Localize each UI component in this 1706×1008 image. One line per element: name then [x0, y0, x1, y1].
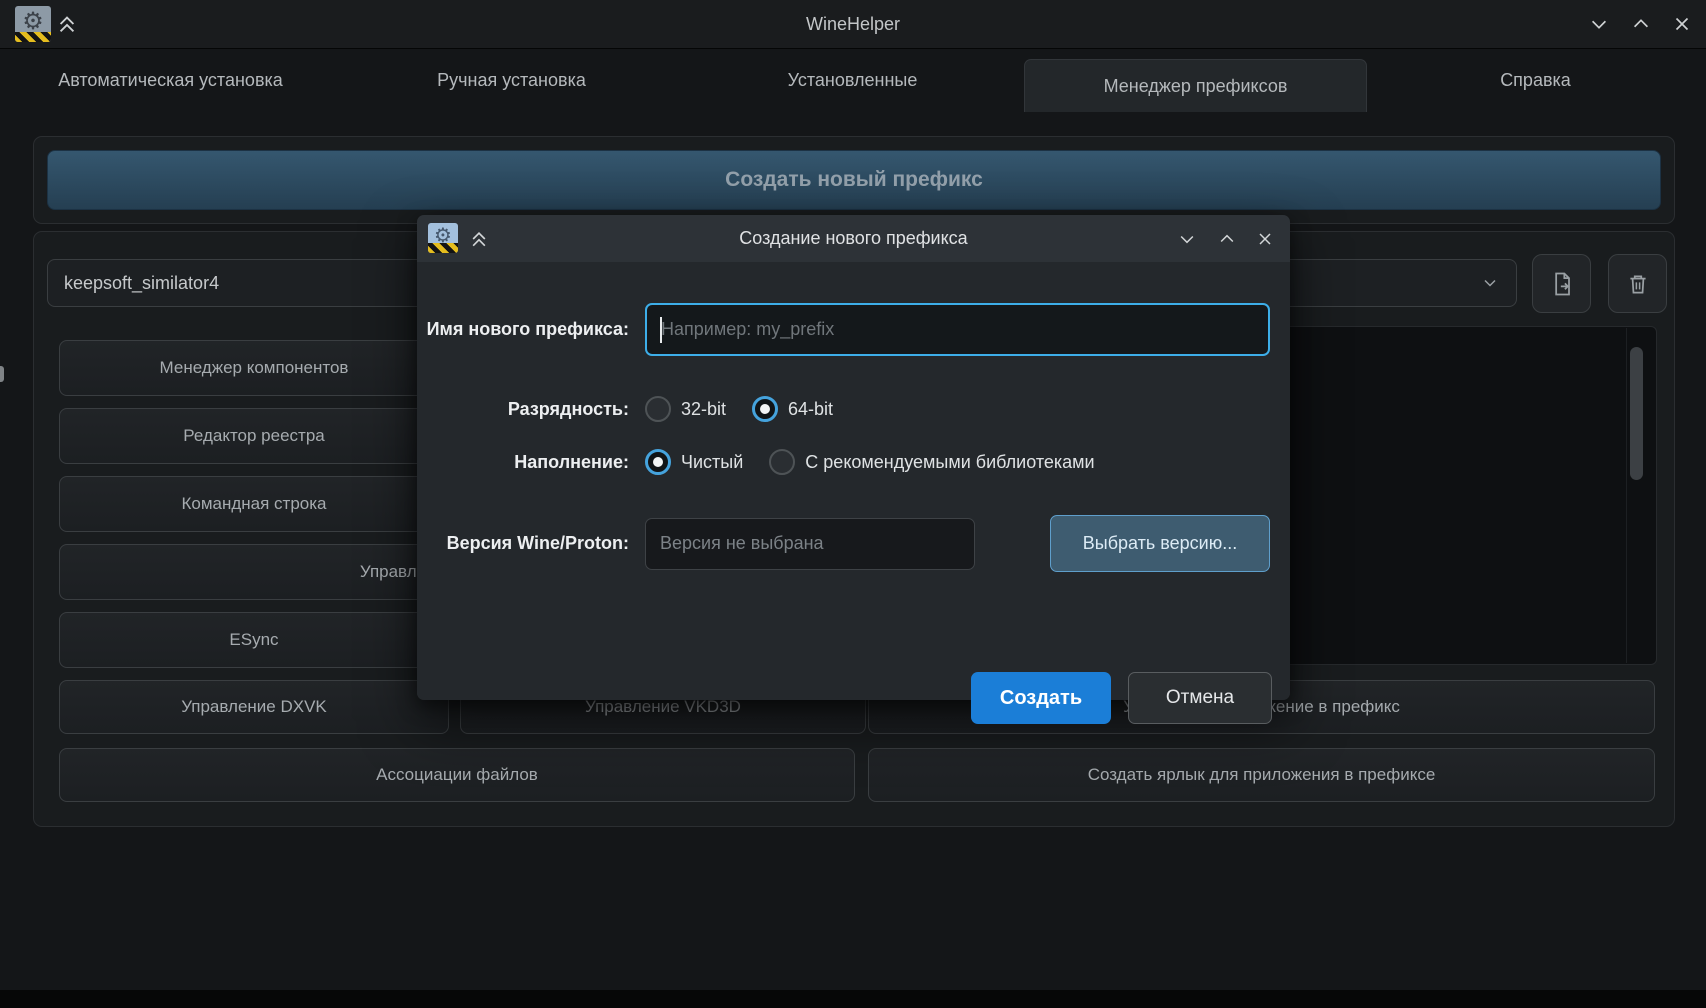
- command-line-button[interactable]: Командная строка: [59, 476, 449, 532]
- registry-editor-button[interactable]: Редактор реестра: [59, 408, 449, 464]
- radio-clean[interactable]: Чистый: [645, 449, 743, 475]
- scrollbar-thumb[interactable]: [1630, 347, 1643, 480]
- create-prefix-dialog: ⚙ Создание нового префикса Имя нового пр…: [417, 215, 1290, 700]
- fill-label: Наполнение:: [417, 452, 629, 473]
- radio-off-icon[interactable]: [769, 449, 795, 475]
- tab-label: Менеджер префиксов: [1104, 76, 1288, 97]
- create-button[interactable]: Создать: [971, 672, 1111, 724]
- radio-off-icon[interactable]: [645, 396, 671, 422]
- window-title: WineHelper: [0, 0, 1706, 48]
- new-prefix-file-button[interactable]: [1532, 254, 1591, 313]
- dialog-body: Имя нового префикса: Разрядность: 32-bit…: [417, 262, 1290, 700]
- close-icon[interactable]: [1251, 215, 1279, 262]
- tab-label: Справка: [1500, 70, 1571, 91]
- maximize-icon[interactable]: [1213, 215, 1241, 262]
- tab-auto-install[interactable]: Автоматическая установка: [0, 49, 341, 111]
- prefix-name-input[interactable]: [647, 305, 1268, 354]
- wine-version-label: Версия Wine/Proton:: [417, 533, 629, 554]
- tab-label: Установленные: [788, 70, 918, 91]
- tab-label: Ручная установка: [437, 70, 586, 91]
- radio-clean-label: Чистый: [681, 452, 743, 473]
- maximize-icon[interactable]: [1627, 0, 1655, 48]
- wine-version-input[interactable]: [646, 519, 974, 569]
- tab-help[interactable]: Справка: [1365, 49, 1706, 111]
- delete-prefix-button[interactable]: [1608, 254, 1667, 313]
- tab-manual-install[interactable]: Ручная установка: [341, 49, 682, 111]
- prefix-select-value: keepsoft_similator4: [64, 273, 219, 294]
- tab-bar: Автоматическая установка Ручная установк…: [0, 49, 1706, 111]
- tab-label: Автоматическая установка: [58, 70, 283, 91]
- chevron-down-icon: [1480, 273, 1500, 293]
- screen-edge-indicator: [0, 366, 4, 382]
- dialog-titlebar: ⚙ Создание нового префикса: [417, 215, 1290, 262]
- trash-icon: [1625, 271, 1651, 297]
- components-manager-button[interactable]: Менеджер компонентов: [59, 340, 449, 396]
- radio-on-icon[interactable]: [752, 396, 778, 422]
- close-icon[interactable]: [1668, 0, 1696, 48]
- radio-32bit-label: 32-bit: [681, 399, 726, 420]
- radio-recommended-libs[interactable]: С рекомендуемыми библиотеками: [769, 449, 1094, 475]
- tab-installed[interactable]: Установленные: [682, 49, 1023, 111]
- arch-label: Разрядность:: [417, 399, 629, 420]
- main-titlebar: ⚙ WineHelper: [0, 0, 1706, 49]
- screen-bottom-strip: [0, 990, 1706, 1008]
- cancel-button[interactable]: Отмена: [1128, 672, 1272, 724]
- radio-64bit[interactable]: 64-bit: [752, 396, 833, 422]
- dxvk-button[interactable]: Управление DXVK: [59, 680, 449, 734]
- minimize-icon[interactable]: [1585, 0, 1613, 48]
- select-version-button[interactable]: Выбрать версию...: [1050, 515, 1270, 572]
- document-new-icon: [1548, 270, 1576, 298]
- radio-recommended-libs-label: С рекомендуемыми библиотеками: [805, 452, 1094, 473]
- esync-button[interactable]: ESync: [59, 612, 449, 668]
- text-caret: [660, 317, 662, 343]
- tab-prefix-manager[interactable]: Менеджер префиксов: [1024, 59, 1367, 112]
- radio-on-icon[interactable]: [645, 449, 671, 475]
- scrollbar-track[interactable]: [1626, 328, 1647, 663]
- create-new-prefix-button[interactable]: Создать новый префикс: [47, 150, 1661, 210]
- prefix-name-label: Имя нового префикса:: [417, 319, 629, 340]
- create-prefix-panel: Создать новый префикс: [33, 136, 1675, 224]
- prefix-name-field[interactable]: [645, 303, 1270, 356]
- wine-version-field[interactable]: [645, 518, 975, 570]
- file-associations-button[interactable]: Ассоциации файлов: [59, 748, 855, 802]
- radio-32bit[interactable]: 32-bit: [645, 396, 726, 422]
- dialog-title: Создание нового префикса: [417, 215, 1290, 262]
- radio-64bit-label: 64-bit: [788, 399, 833, 420]
- minimize-icon[interactable]: [1173, 215, 1201, 262]
- create-shortcut-button[interactable]: Создать ярлык для приложения в префиксе: [868, 748, 1655, 802]
